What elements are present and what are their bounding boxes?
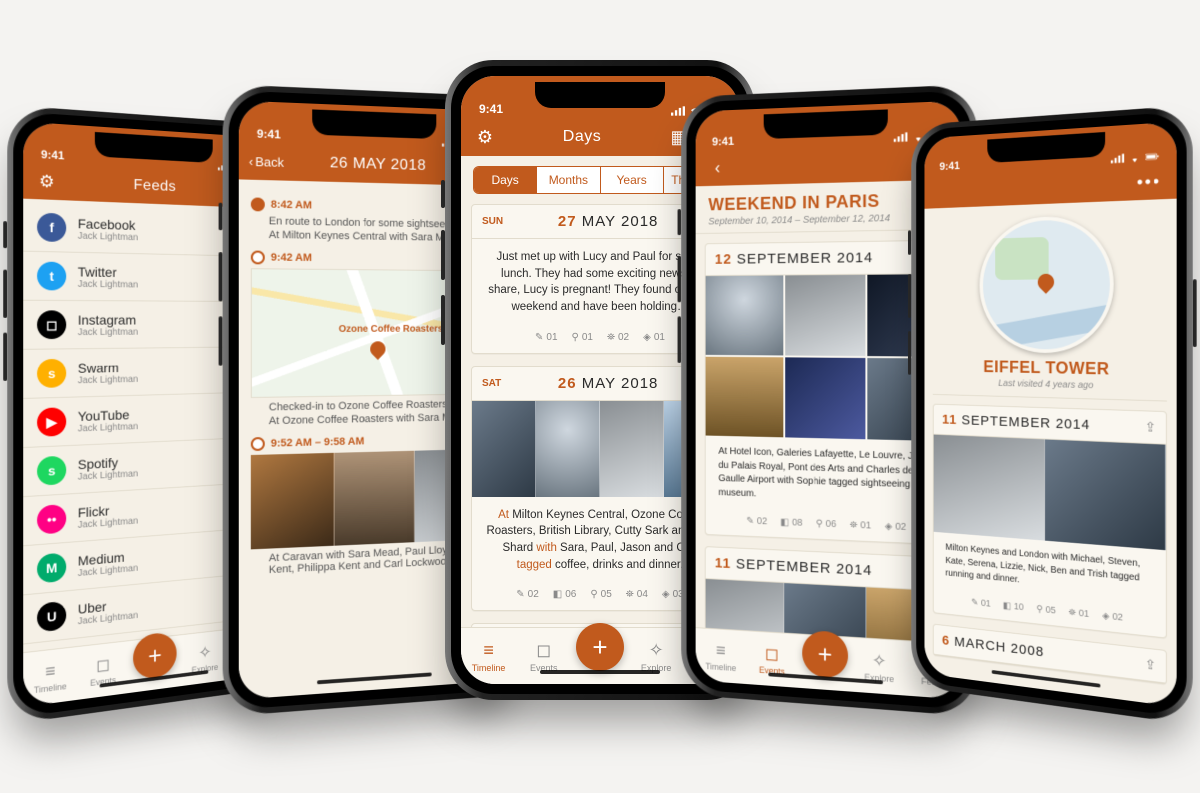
pin-icon: ⚲ [590, 589, 597, 600]
feed-icon: ▶ [37, 407, 66, 437]
share-icon[interactable]: ⇪ [1145, 419, 1156, 436]
feed-name: Facebook [78, 215, 138, 232]
chevron-left-icon: ‹ [249, 154, 253, 169]
timeline-icon: ≡ [45, 660, 55, 681]
feed-sub: Jack Lightman [78, 374, 138, 386]
feed-sub: Jack Lightman [78, 421, 138, 434]
tab-timeline[interactable]: ≡Timeline [466, 640, 512, 673]
tab-explore[interactable]: ✧Explore [633, 640, 679, 673]
bookmark-icon: ◻ [96, 654, 110, 675]
page-title: Feeds [60, 173, 243, 198]
seg-years[interactable]: Years [600, 167, 663, 193]
photo-thumb[interactable] [251, 453, 334, 550]
day-card[interactable]: 11 SEPTEMBER 2014 ⇪ Milton Keynes and Lo… [933, 404, 1167, 638]
feed-sub: Jack Lightman [78, 327, 138, 338]
share-icon[interactable]: ⇪ [1145, 656, 1156, 674]
compass-icon: ✧ [198, 642, 211, 663]
feed-sub: Jack Lightman [78, 516, 138, 531]
pencil-icon: ✎ [535, 332, 543, 343]
camera-icon: ◧ [553, 589, 562, 600]
notes-stat: ✎01 [535, 332, 558, 343]
day-of-week: SUN [482, 216, 510, 227]
tab-timeline[interactable]: ≡Timeline [28, 658, 73, 695]
tab-events[interactable]: ◻Events [81, 652, 124, 688]
phone-showcase: 9:41 ⚙ Feeds fFacebookJack LightmantTwit… [0, 0, 1200, 793]
feed-sub: Jack Lightman [78, 279, 138, 290]
map-label: Ozone Coffee Roasters [339, 324, 443, 335]
day-card[interactable]: 6 MARCH 2008 ⇪ [933, 623, 1167, 684]
feed-icon: f [37, 213, 66, 243]
page-title: 26 MAY 2018 [284, 153, 470, 176]
feed-icon: ⋋ [37, 649, 66, 652]
tab-events[interactable]: ◻Events [521, 640, 567, 673]
timeline-dot [251, 251, 265, 265]
feed-name: Swarm [78, 359, 138, 375]
tab-timeline[interactable]: ≡Timeline [700, 639, 742, 673]
feed-name: Instagram [78, 312, 138, 327]
back-button[interactable]: ‹Back [249, 154, 284, 170]
feed-icon: s [37, 456, 66, 486]
pencil-icon: ✎ [516, 589, 524, 600]
people-stat: ⛯02 [607, 332, 629, 343]
tags-stat: ◈01 [643, 332, 665, 343]
gear-icon[interactable]: ⚙ [33, 171, 60, 192]
feed-name: Spotify [78, 454, 138, 472]
page-title: Days [499, 128, 665, 146]
more-icon[interactable]: ••• [1137, 171, 1161, 192]
feed-sub: Jack Lightman [78, 468, 138, 482]
feed-name: Twitter [78, 264, 138, 280]
feed-icon: U [37, 601, 66, 633]
feed-name: Flickr [78, 501, 138, 520]
person-icon: ⛯ [626, 589, 634, 600]
place-map[interactable] [980, 214, 1114, 353]
feed-sub: Jack Lightman [78, 231, 138, 243]
place-subtitle: Last visited 4 years ago [924, 377, 1176, 393]
feed-name: YouTube [78, 406, 138, 423]
feed-sub: Jack Lightman [78, 610, 138, 627]
tab-explore[interactable]: ✧Explore [857, 649, 902, 684]
photo-thumb[interactable] [934, 435, 1045, 541]
places-stat: ⚲01 [572, 332, 593, 343]
add-button[interactable]: + [133, 631, 176, 680]
feed-icon: •• [37, 504, 66, 535]
feed-sub: Jack Lightman [78, 563, 138, 579]
seg-days[interactable]: Days [474, 167, 536, 193]
feed-icon: t [37, 261, 66, 290]
feed-icon: s [37, 359, 66, 388]
feed-name: Uber [78, 595, 138, 616]
tag-icon: ◈ [662, 589, 670, 600]
feed-name: Medium [78, 548, 138, 568]
timeline-dot [251, 437, 265, 451]
tag-icon: ◈ [643, 332, 651, 343]
photo-thumb[interactable] [334, 451, 415, 546]
add-button[interactable]: + [802, 630, 848, 679]
timeline-dot [251, 197, 265, 211]
chevron-left-icon[interactable]: ‹ [705, 158, 731, 178]
feed-icon: ◻ [37, 310, 66, 339]
gear-icon[interactable]: ⚙ [471, 127, 499, 148]
feed-name: Web Feed [78, 639, 165, 652]
phone-place: 9:41 ••• EIFFEL TOWER Last visited 4 yea… [920, 115, 1183, 713]
add-button[interactable]: + [576, 623, 624, 671]
tab-events[interactable]: ◻Events [750, 642, 793, 676]
person-icon: ⛯ [607, 332, 615, 343]
pin-icon: ⚲ [572, 332, 579, 343]
feed-icon: M [37, 552, 66, 583]
seg-months[interactable]: Months [536, 167, 599, 193]
